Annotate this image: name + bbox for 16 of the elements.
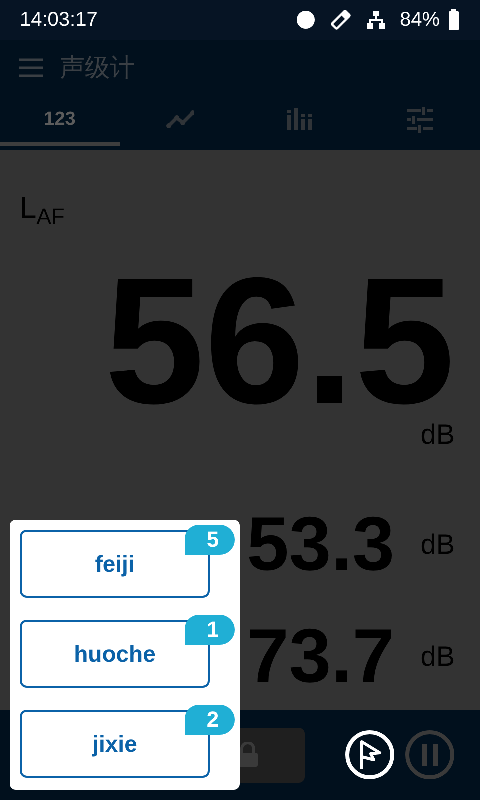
battery-percent: 84%	[400, 8, 440, 32]
usb-stick-icon	[330, 9, 352, 31]
count-badge: 2	[185, 705, 235, 735]
clock-time: 14:03:17	[20, 8, 98, 32]
lock-icon	[237, 742, 259, 768]
pause-button[interactable]	[405, 730, 455, 780]
menu-icon[interactable]	[18, 56, 44, 78]
dot-icon	[296, 10, 316, 30]
network-icon	[366, 10, 386, 30]
sliders-icon[interactable]	[406, 106, 434, 132]
app-title: 声级计	[60, 52, 135, 84]
count-badge: 1	[185, 615, 235, 645]
bar-chart-icon[interactable]	[286, 106, 314, 132]
battery-icon	[448, 9, 460, 31]
count-badge: 5	[185, 525, 235, 555]
flag-button[interactable]	[345, 730, 395, 780]
